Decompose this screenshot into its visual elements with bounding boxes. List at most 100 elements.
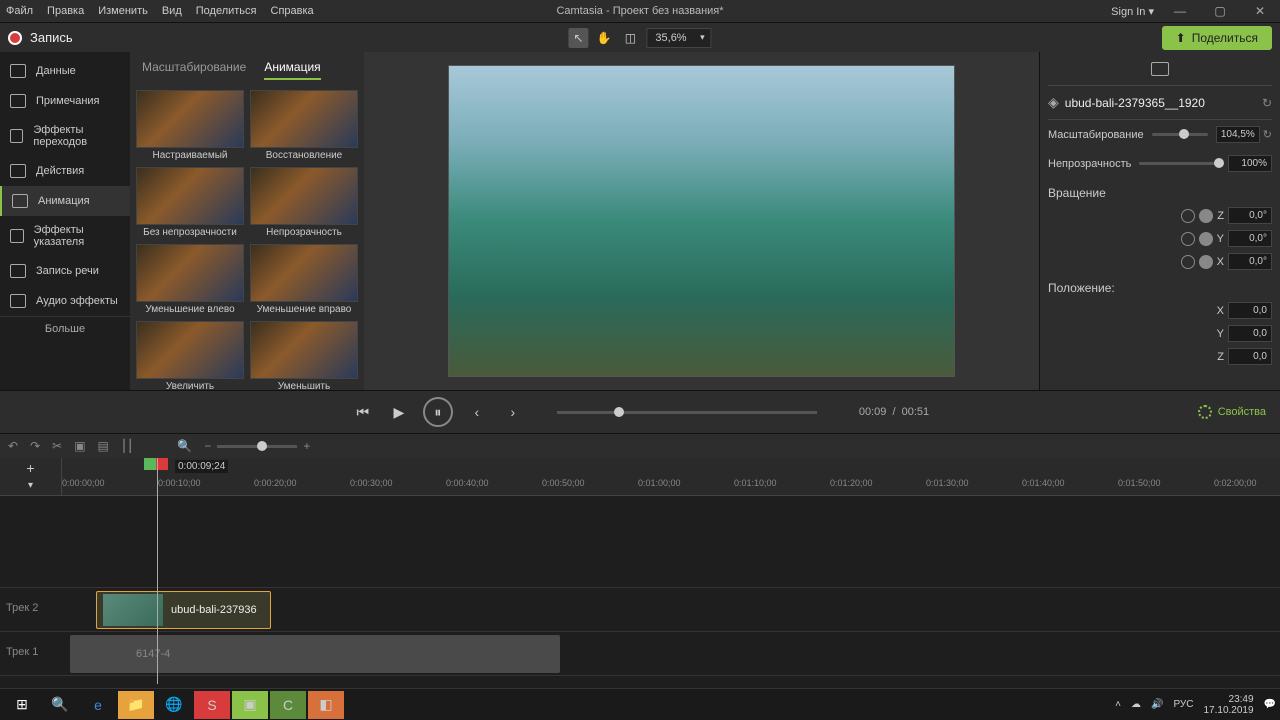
pos-z-value[interactable]: 0,0 (1228, 348, 1272, 365)
share-button[interactable]: ⬆ Поделиться (1162, 26, 1272, 50)
paste-button[interactable]: ▤ (98, 439, 109, 453)
nav-item-2[interactable]: Эффекты переходов (0, 116, 130, 156)
hand-tool[interactable]: ✋ (594, 28, 614, 48)
step-back-button[interactable]: ‹ (465, 400, 489, 424)
prev-frame-button[interactable]: ⏮ (351, 400, 375, 424)
camtasia-icon[interactable]: C (270, 691, 306, 719)
menu-Поделиться[interactable]: Поделиться (196, 5, 257, 17)
effect-item-2[interactable]: Без непрозрачности (136, 167, 244, 238)
app3-icon[interactable]: ◧ (308, 691, 344, 719)
tick: 0:01:40;00 (1022, 478, 1065, 488)
effect-thumb (250, 244, 358, 302)
track-1[interactable]: Трек 16147-4 (0, 632, 1280, 676)
app1-icon[interactable]: S (194, 691, 230, 719)
play-button[interactable]: ▶ (387, 400, 411, 424)
scale-slider[interactable] (1152, 133, 1208, 136)
properties-button[interactable]: Свойства (1198, 405, 1266, 419)
redo-button[interactable]: ↷ (30, 439, 40, 453)
copy-button[interactable]: ▣ (74, 439, 85, 453)
nav-item-1[interactable]: Примечания (0, 86, 130, 116)
rot-z-value[interactable]: 0,0° (1228, 207, 1272, 224)
pause-button[interactable]: ⏸ (423, 397, 453, 427)
nav-item-3[interactable]: Действия (0, 156, 130, 186)
record-icon (8, 31, 22, 45)
nav-item-6[interactable]: Запись речи (0, 256, 130, 286)
rot-x-value[interactable]: 0,0° (1228, 253, 1272, 270)
notifications-icon[interactable]: 💬 (1264, 699, 1276, 710)
pos-x-value[interactable]: 0,0 (1228, 302, 1272, 319)
search-button[interactable]: 🔍 (42, 691, 78, 719)
collapse-tracks-button[interactable]: ▾ (0, 478, 61, 493)
add-track-button[interactable]: + (0, 458, 61, 478)
maximize-button[interactable]: ▢ (1206, 4, 1234, 18)
clip[interactable]: 6147-4 (70, 635, 560, 673)
effect-item-6[interactable]: Увеличить (136, 321, 244, 390)
menu-Файл[interactable]: Файл (6, 5, 33, 17)
record-button[interactable]: Запись (8, 30, 73, 45)
rot-y-wheel[interactable] (1199, 232, 1213, 246)
effect-thumb (136, 167, 244, 225)
menu-Вид[interactable]: Вид (162, 5, 182, 17)
rot-x-ring[interactable] (1181, 255, 1195, 269)
signin-button[interactable]: Sign In ▾ (1111, 5, 1154, 18)
pointer-tool[interactable]: ↖ (568, 28, 588, 48)
rot-z-wheel[interactable] (1199, 209, 1213, 223)
opacity-value[interactable]: 100% (1228, 155, 1272, 172)
menu-Изменить[interactable]: Изменить (98, 5, 148, 17)
cut-button[interactable]: ✂ (52, 439, 62, 453)
menu-Правка[interactable]: Правка (47, 5, 84, 17)
effects-tab-1[interactable]: Анимация (264, 60, 320, 80)
reset-icon[interactable]: ↻ (1262, 96, 1272, 110)
effect-item-3[interactable]: Непрозрачность (250, 167, 358, 238)
preview-canvas[interactable] (364, 52, 1040, 390)
tray-up-icon[interactable]: ˄ (1115, 699, 1121, 710)
crop-tool[interactable]: ◫ (620, 28, 640, 48)
nav-item-4[interactable]: Анимация (0, 186, 130, 216)
zoom-in-button[interactable]: + (303, 439, 310, 453)
effect-item-1[interactable]: Восстановление (250, 90, 358, 161)
timeline-zoom-slider[interactable] (217, 445, 297, 448)
effect-item-0[interactable]: Настраиваемый (136, 90, 244, 161)
rot-y-value[interactable]: 0,0° (1228, 230, 1272, 247)
pos-y-value[interactable]: 0,0 (1228, 325, 1272, 342)
progress-slider[interactable] (557, 411, 817, 414)
zoom-search-icon[interactable]: 🔍 (177, 439, 192, 453)
tick: 0:02:00;00 (1214, 478, 1257, 488)
effects-tab-0[interactable]: Масштабирование (142, 60, 246, 80)
zoom-dropdown[interactable]: 35,6% (646, 28, 711, 48)
zoom-out-button[interactable]: − (204, 439, 211, 453)
scale-value[interactable]: 104,5% (1216, 126, 1260, 143)
explorer-icon[interactable]: 📁 (118, 691, 154, 719)
nav-item-0[interactable]: Данные (0, 56, 130, 86)
nav-item-7[interactable]: Аудио эффекты (0, 286, 130, 316)
split-button[interactable]: ⎮⎮ (121, 439, 134, 453)
step-fwd-button[interactable]: › (501, 400, 525, 424)
playhead-line[interactable] (157, 458, 158, 684)
playhead-marker[interactable] (144, 458, 168, 470)
undo-button[interactable]: ↶ (8, 439, 18, 453)
effect-item-5[interactable]: Уменьшение вправо (250, 244, 358, 315)
clock[interactable]: 23:49 17.10.2019 (1203, 694, 1253, 716)
menu-Справка[interactable]: Справка (271, 5, 314, 17)
lang-indicator[interactable]: РУС (1173, 699, 1193, 710)
rot-x-wheel[interactable] (1199, 255, 1213, 269)
nav-more[interactable]: Больше (0, 316, 130, 341)
rot-z-ring[interactable] (1181, 209, 1195, 223)
nav-item-5[interactable]: Эффекты указателя (0, 216, 130, 256)
minimize-button[interactable]: — (1166, 4, 1194, 18)
track-0[interactable]: Трек 2ubud-bali-237936 (0, 588, 1280, 632)
app2-icon[interactable]: ▣ (232, 691, 268, 719)
opacity-slider[interactable] (1139, 162, 1220, 165)
edge-icon[interactable]: e (80, 691, 116, 719)
effect-item-4[interactable]: Уменьшение влево (136, 244, 244, 315)
start-button[interactable]: ⊞ (4, 691, 40, 719)
effect-item-7[interactable]: Уменьшить (250, 321, 358, 390)
clip[interactable]: ubud-bali-237936 (96, 591, 271, 629)
rot-y-ring[interactable] (1181, 232, 1195, 246)
onedrive-icon[interactable]: ☁ (1131, 699, 1141, 710)
playhead-time: 0:00:09;24 (175, 460, 228, 473)
reset-scale-icon[interactable]: ↻ (1263, 128, 1272, 141)
chrome-icon[interactable]: 🌐 (156, 691, 192, 719)
close-button[interactable]: ✕ (1246, 4, 1274, 18)
volume-icon[interactable]: 🔊 (1151, 699, 1163, 710)
